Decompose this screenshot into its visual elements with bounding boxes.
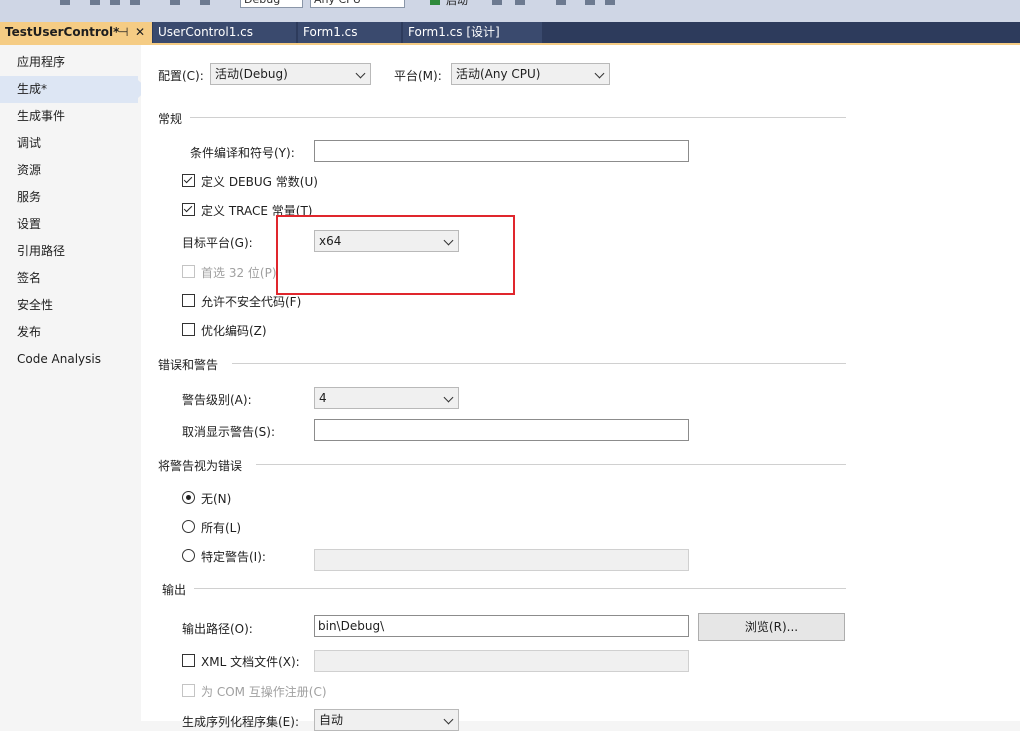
chevron-down-icon	[355, 68, 366, 79]
sidebar-item-security[interactable]: 安全性	[0, 292, 138, 319]
tab-form1-code[interactable]: Form1.cs	[298, 22, 402, 43]
toolbar-new-icon[interactable]	[60, 0, 70, 5]
allow-unsafe-label[interactable]: 允许不安全代码(F)	[201, 293, 301, 310]
optimize-checkbox[interactable]	[182, 323, 195, 336]
warning-level-label: 警告级别(A):	[182, 393, 252, 407]
specific-warnings-input[interactable]	[314, 549, 689, 571]
target-platform-label: 目标平台(G):	[182, 236, 253, 250]
tab-label: TestUserControl*	[5, 25, 120, 39]
prefer32-checkbox[interactable]	[182, 265, 195, 278]
prefer32-label: 首选 32 位(P)	[201, 266, 277, 280]
sidebar-item-application[interactable]: 应用程序	[0, 49, 138, 76]
treat-none-radio[interactable]	[182, 491, 195, 504]
section-general: 常规	[158, 112, 183, 126]
define-trace-checkbox[interactable]	[182, 203, 195, 216]
toolbar-find-icon[interactable]	[556, 0, 566, 5]
suppress-warnings-input[interactable]	[314, 419, 689, 441]
serialization-value: 自动	[319, 713, 344, 727]
treat-none-label[interactable]: 无(N)	[201, 490, 231, 507]
allow-unsafe-checkbox[interactable]	[182, 294, 195, 307]
toolbar-saveall-icon[interactable]	[130, 0, 140, 5]
target-platform-dropdown[interactable]: x64	[314, 230, 459, 252]
chevron-down-icon	[443, 235, 454, 246]
pin-icon[interactable]: ⊣	[118, 22, 128, 43]
conditional-symbols-input[interactable]	[314, 140, 689, 162]
config-value: 活动(Debug)	[215, 67, 288, 81]
tab-usercontrol1[interactable]: UserControl1.cs	[153, 22, 297, 43]
section-divider	[190, 117, 846, 118]
section-treat-warnings: 将警告视为错误	[158, 459, 243, 473]
sidebar-item-signing[interactable]: 签名	[0, 265, 138, 292]
toolbar-stop-icon[interactable]	[515, 0, 525, 5]
chevron-down-icon	[443, 392, 454, 403]
define-trace-label[interactable]: 定义 TRACE 常量(T)	[201, 202, 312, 219]
com-register-label: 为 COM 互操作注册(C)	[201, 685, 327, 699]
close-icon[interactable]: ✕	[135, 22, 145, 43]
sidebar-item-build[interactable]: 生成*	[0, 76, 148, 103]
define-debug-label[interactable]: 定义 DEBUG 常数(U)	[201, 173, 318, 190]
suppress-warnings-label: 取消显示警告(S):	[182, 425, 276, 439]
sidebar-item-services[interactable]: 服务	[0, 184, 138, 211]
sidebar-item-reference-paths[interactable]: 引用路径	[0, 238, 138, 265]
toolbar-overflow-icon[interactable]	[605, 0, 615, 5]
define-debug-checkbox[interactable]	[182, 174, 195, 187]
serialization-label: 生成序列化程序集(E):	[182, 715, 299, 729]
target-platform-value: x64	[319, 234, 342, 248]
section-divider	[256, 464, 846, 465]
toolbar-open-icon[interactable]	[90, 0, 100, 5]
config-label: 配置(C):	[158, 69, 204, 83]
tab-form1-design[interactable]: Form1.cs [设计]	[403, 22, 543, 43]
browse-button[interactable]: 浏览(R)...	[698, 613, 845, 641]
xml-doc-label[interactable]: XML 文档文件(X):	[201, 653, 300, 670]
toolbar-platform-combo[interactable]: Any CPU	[310, 0, 405, 8]
section-errors-warnings: 错误和警告	[158, 358, 219, 372]
sidebar-item-settings[interactable]: 设置	[0, 211, 138, 238]
symbols-label: 条件编译和符号(Y):	[190, 146, 295, 160]
com-register-checkbox[interactable]	[182, 684, 195, 697]
sidebar-item-code-analysis[interactable]: Code Analysis	[0, 346, 138, 373]
toolbar-window-icon[interactable]	[585, 0, 595, 5]
optimize-label[interactable]: 优化编码(Z)	[201, 322, 267, 339]
document-tabstrip: TestUserControl* ⊣ ✕ UserControl1.cs For…	[0, 22, 1020, 43]
sidebar-item-label: 生成*	[17, 82, 48, 96]
sidebar-item-build-events[interactable]: 生成事件	[0, 103, 138, 130]
start-icon[interactable]	[430, 0, 440, 5]
section-divider	[194, 588, 846, 589]
warning-level-dropdown[interactable]: 4	[314, 387, 459, 409]
treat-specific-label[interactable]: 特定警告(I):	[201, 548, 266, 565]
xml-doc-checkbox[interactable]	[182, 654, 195, 667]
platform-label: 平台(M):	[394, 69, 442, 83]
xml-doc-path-input[interactable]	[314, 650, 689, 672]
output-path-input[interactable]: bin\Debug\	[314, 615, 689, 637]
toolbar-redo-icon[interactable]	[200, 0, 210, 5]
warning-level-value: 4	[319, 391, 327, 405]
chevron-down-icon	[443, 714, 454, 725]
sidebar-item-debug[interactable]: 调试	[0, 130, 138, 157]
start-label[interactable]: 启动	[446, 0, 468, 8]
treat-specific-radio[interactable]	[182, 549, 195, 562]
config-dropdown[interactable]: 活动(Debug)	[210, 63, 371, 85]
properties-sidebar: 应用程序 生成* 生成事件 调试 资源 服务 设置 引用路径 签名 安全性 发布…	[0, 45, 148, 721]
sidebar-item-publish[interactable]: 发布	[0, 319, 138, 346]
toolbar-undo-icon[interactable]	[170, 0, 180, 5]
toolbar-step-icon[interactable]	[492, 0, 502, 5]
platform-value: 活动(Any CPU)	[456, 67, 541, 81]
platform-dropdown[interactable]: 活动(Any CPU)	[451, 63, 610, 85]
tab-project-properties[interactable]: TestUserControl* ⊣ ✕	[0, 22, 152, 43]
sidebar-item-resources[interactable]: 资源	[0, 157, 138, 184]
output-path-label: 输出路径(O):	[182, 622, 253, 636]
chevron-down-icon	[594, 68, 605, 79]
section-divider	[232, 363, 846, 364]
toolbar: Debug Any CPU 启动	[0, 0, 1020, 22]
toolbar-config-combo[interactable]: Debug	[240, 0, 303, 8]
serialization-dropdown[interactable]: 自动	[314, 709, 459, 731]
treat-all-radio[interactable]	[182, 520, 195, 533]
toolbar-save-icon[interactable]	[110, 0, 120, 5]
treat-all-label[interactable]: 所有(L)	[201, 519, 241, 536]
section-output: 输出	[162, 583, 187, 597]
